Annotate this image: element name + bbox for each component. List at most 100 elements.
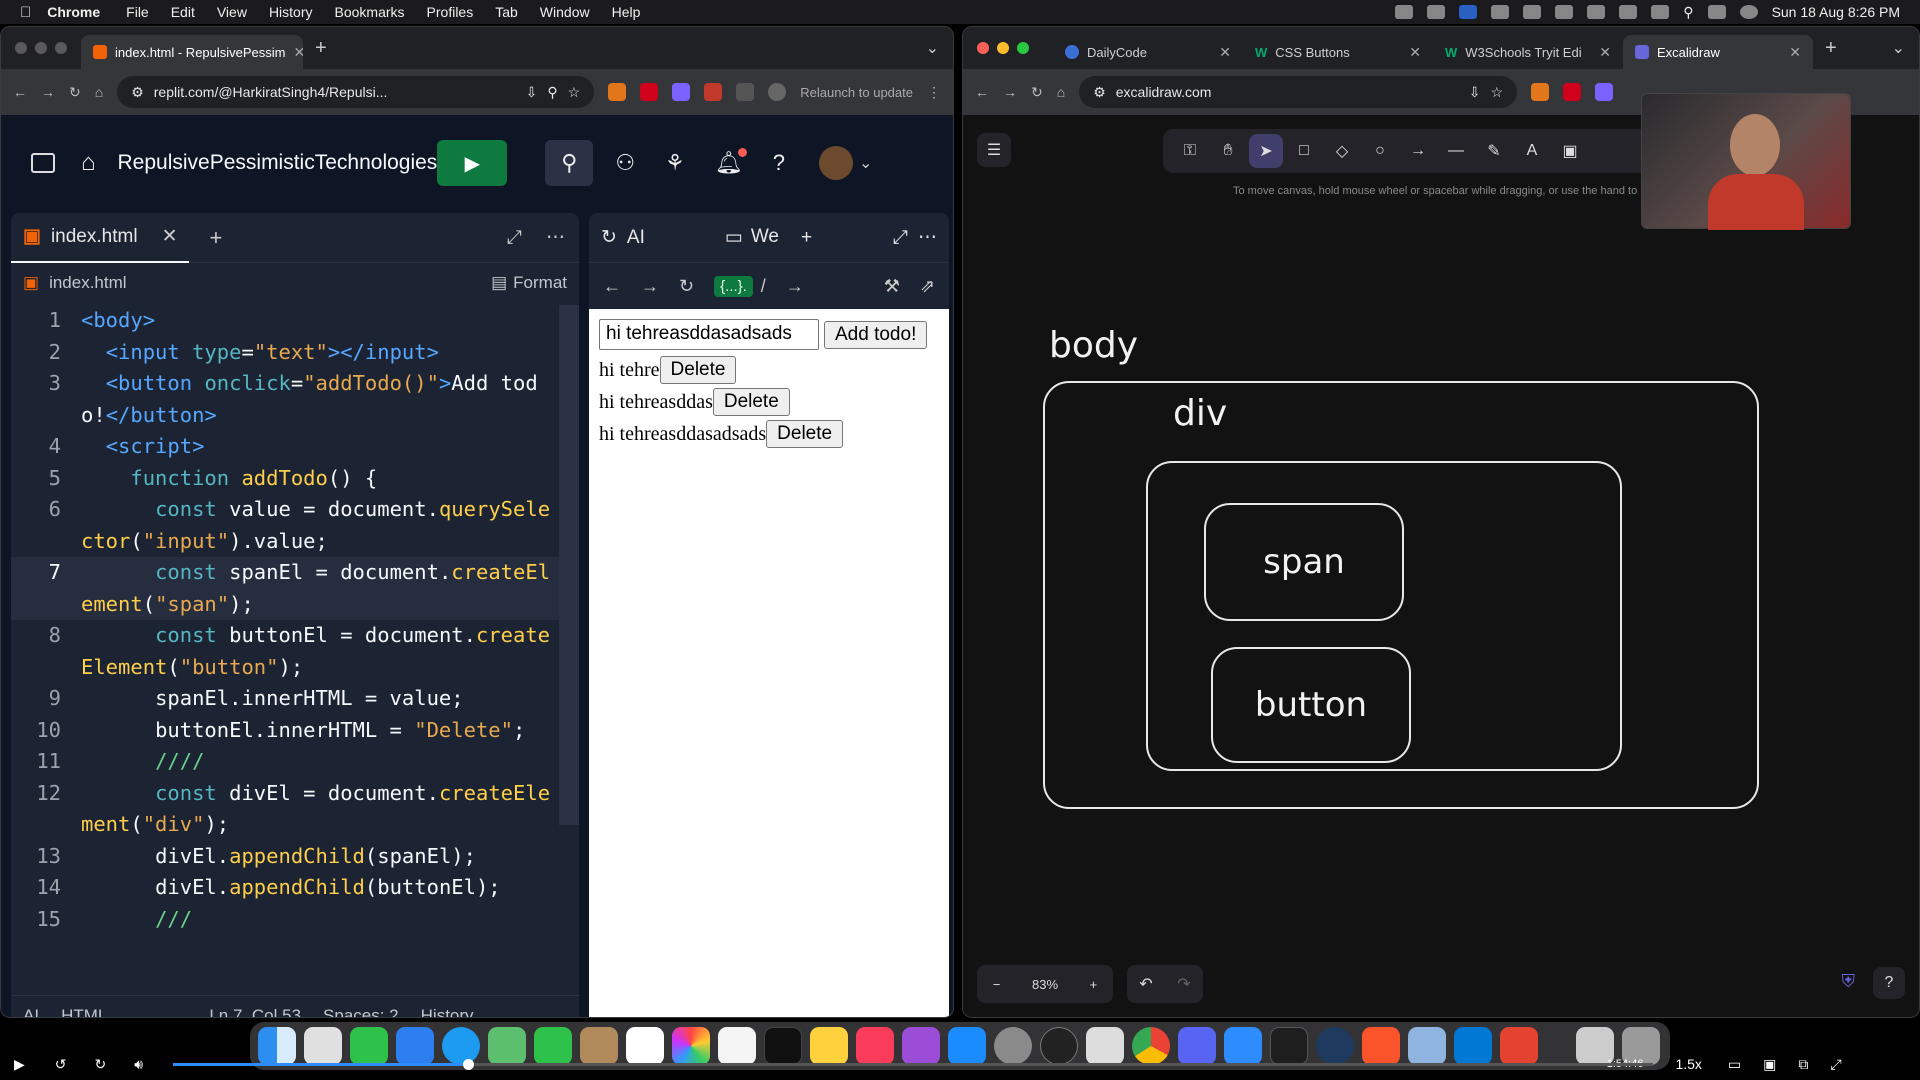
diamond-tool-icon[interactable]: ◇ — [1325, 134, 1359, 168]
video-progress-handle[interactable] — [463, 1058, 475, 1070]
maximize-icon[interactable]: ⤢ — [507, 227, 522, 249]
close-window-button[interactable] — [15, 42, 27, 54]
hand-tool-icon[interactable]: ✋︎ — [1211, 134, 1245, 168]
code-line[interactable]: 14 divEl.appendChild(buttonEl); — [11, 872, 559, 904]
close-tab-icon[interactable]: ✕ — [1599, 44, 1611, 61]
code-line[interactable]: 1 <body> — [11, 305, 559, 337]
image-tool-icon[interactable]: ▣ — [1553, 134, 1587, 168]
code-line[interactable]: 8 const buttonEl = document.createElemen… — [11, 620, 559, 683]
code-line[interactable]: 7 const spanEl = document.createElement(… — [11, 557, 559, 620]
add-tab-icon[interactable]: + — [209, 225, 222, 251]
reload-icon[interactable]: ↻ — [1031, 84, 1043, 101]
code-area[interactable]: 1 <body> 2 <input type="text"></input> 3 <b… — [11, 305, 559, 935]
zoom-window-button[interactable] — [1017, 42, 1029, 54]
extension-icon[interactable] — [672, 83, 691, 101]
repl-name[interactable]: RepulsivePessimisticTechnologies — [118, 151, 438, 175]
delete-button[interactable]: Delete — [766, 420, 844, 448]
tab-css-buttons[interactable]: W CSS Buttons ✕ — [1243, 35, 1433, 69]
omnibox[interactable]: ⚙ replit.com/@HarkiratSingh4/Repulsi... … — [117, 76, 595, 108]
line-tool-icon[interactable]: — — [1439, 134, 1473, 168]
close-tab-icon[interactable]: ✕ — [162, 225, 178, 248]
format-button[interactable]: ▤ Format — [491, 273, 567, 293]
menu-profiles[interactable]: Profiles — [427, 4, 474, 20]
invite-user-icon[interactable]: ⚇ — [615, 150, 635, 176]
forward-icon[interactable]: → — [1003, 84, 1017, 100]
close-tab-icon[interactable]: ✕ — [1409, 44, 1421, 61]
more-options-icon[interactable]: ⋯ — [546, 226, 565, 249]
more-options-icon[interactable]: ⋯ — [918, 226, 937, 249]
search-icon[interactable]: ⚲ — [545, 140, 594, 186]
tray-icon[interactable] — [1427, 5, 1446, 19]
go-icon[interactable]: → — [786, 276, 804, 297]
avatar[interactable] — [818, 146, 853, 180]
reload-icon[interactable]: ↻ — [69, 84, 81, 101]
menu-view[interactable]: View — [217, 4, 247, 20]
rectangle-tool-icon[interactable]: □ — [1287, 134, 1321, 168]
code-line[interactable]: 11 //// — [11, 746, 559, 778]
delete-button[interactable]: Delete — [659, 356, 737, 384]
back-icon[interactable]: ← — [603, 276, 621, 297]
zoom-in-button[interactable]: + — [1090, 977, 1098, 992]
run-button[interactable]: ▶ — [437, 140, 508, 186]
relaunch-button[interactable]: Relaunch to update — [800, 85, 913, 100]
help-icon[interactable]: ? — [1873, 967, 1905, 999]
home-icon[interactable]: ⌂ — [95, 84, 103, 100]
zoom-window-button[interactable] — [55, 42, 67, 54]
sidebar-toggle-icon[interactable] — [31, 153, 55, 173]
menu-window[interactable]: Window — [540, 4, 590, 20]
extension-icon[interactable] — [704, 83, 723, 101]
pip-icon[interactable]: ⧉ — [1798, 1056, 1808, 1073]
url-text[interactable]: excalidraw.com — [1116, 84, 1212, 100]
menu-history[interactable]: History — [269, 4, 313, 20]
zoom-tray-icon[interactable] — [1459, 5, 1478, 19]
tab-w3schools-tryit[interactable]: W W3Schools Tryit Edi ✕ — [1433, 35, 1623, 69]
webview-tab[interactable]: ▭ We — [725, 226, 779, 249]
shield-icon[interactable]: ⛨ — [1842, 971, 1856, 992]
home-icon[interactable]: ⌂ — [1057, 84, 1065, 100]
wifi-icon[interactable] — [1651, 5, 1670, 19]
bookmark-star-icon[interactable]: ☆ — [568, 84, 581, 101]
menu-edit[interactable]: Edit — [171, 4, 195, 20]
code-line[interactable]: 6 const value = document.querySelector("… — [11, 494, 559, 557]
notifications-bell-icon[interactable]: 🔔︎ — [715, 148, 747, 176]
menu-bookmarks[interactable]: Bookmarks — [335, 4, 405, 20]
tray-icon[interactable] — [1587, 5, 1606, 19]
code-line[interactable]: 4 <script> — [11, 431, 559, 463]
playback-speed[interactable]: 1.5x — [1675, 1056, 1701, 1072]
captions-icon[interactable]: ▭ — [1728, 1056, 1741, 1073]
editor-scrollbar[interactable] — [559, 305, 579, 825]
play-icon[interactable]: ▶ — [14, 1056, 25, 1073]
apple-menu-icon[interactable]:  — [20, 4, 31, 21]
tab-search-icon[interactable]: ⌄ — [926, 38, 939, 58]
span-box[interactable]: span — [1204, 503, 1404, 621]
code-line[interactable]: 5 function addTodo() { — [11, 463, 559, 495]
tray-icon[interactable] — [1523, 5, 1542, 19]
control-center-icon[interactable] — [1707, 5, 1726, 19]
reload-icon[interactable]: ↻ — [679, 276, 694, 297]
code-line[interactable]: 3 <button onclick="addTodo()">Add todo!<… — [11, 368, 559, 431]
code-line[interactable]: 15 /// — [11, 904, 559, 936]
close-tab-icon[interactable]: ✕ — [1219, 44, 1231, 61]
bookmark-star-icon[interactable]: ☆ — [1490, 84, 1503, 101]
tray-icon[interactable] — [1491, 5, 1510, 19]
home-icon[interactable]: ⌂ — [81, 149, 96, 177]
language-status[interactable]: HTML — [61, 1006, 107, 1018]
install-icon[interactable]: ⇩ — [1469, 84, 1481, 101]
new-tab-button[interactable]: + — [315, 37, 327, 60]
cursor-position[interactable]: Ln 7, Col 53 — [209, 1006, 301, 1018]
volume-icon[interactable]: 🔊︎ — [134, 1056, 143, 1073]
tab-excalidraw[interactable]: Excalidraw ✕ — [1623, 35, 1813, 69]
menu-file[interactable]: File — [126, 4, 149, 20]
hd-icon[interactable]: ▣ — [1763, 1056, 1776, 1073]
metamask-extension-icon[interactable] — [1531, 83, 1549, 101]
extension-icon[interactable] — [1595, 83, 1613, 101]
excalidraw-canvas[interactable]: ☰ ⚿ ✋︎ ➤ □ ◇ ○ → — ✎ A ▣ To move canvas,… — [963, 93, 1919, 1017]
breadcrumb[interactable]: index.html — [49, 273, 126, 293]
back-icon[interactable]: ← — [13, 84, 27, 100]
lock-icon[interactable]: ⚿ — [1173, 134, 1207, 168]
siri-icon[interactable] — [1739, 5, 1758, 19]
redo-icon[interactable]: ↷ — [1177, 974, 1190, 994]
search-icon[interactable]: ⚲ — [1683, 4, 1693, 21]
close-tab-icon[interactable]: ✕ — [294, 44, 303, 61]
metamask-extension-icon[interactable] — [608, 83, 627, 101]
